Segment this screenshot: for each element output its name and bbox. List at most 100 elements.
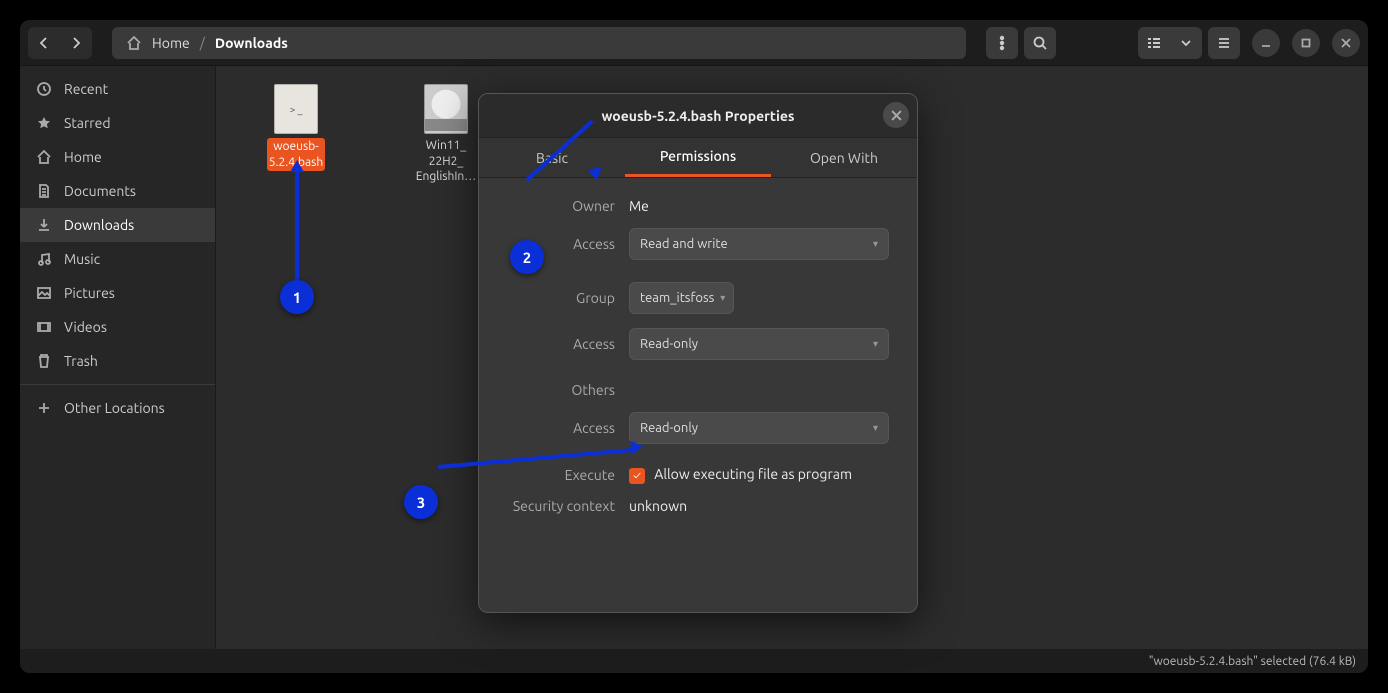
execute-checkbox-wrap[interactable]: ✓ Allow executing file as program xyxy=(629,466,889,484)
view-mode-group xyxy=(1138,27,1202,59)
status-text: "woeusb-5.2.4.bash" selected (76.4 kB) xyxy=(1149,655,1356,668)
home-icon xyxy=(36,149,52,165)
sidebar-item-label: Home xyxy=(64,149,102,165)
properties-dialog: woeusb-5.2.4.bash Properties Basic Permi… xyxy=(478,93,918,613)
view-dropdown-button[interactable] xyxy=(1170,27,1202,59)
maximize-icon xyxy=(1301,38,1311,48)
sidebar-item-recent[interactable]: Recent xyxy=(20,72,215,106)
kebab-icon xyxy=(994,35,1010,51)
home-icon xyxy=(126,35,142,51)
picture-icon xyxy=(36,285,52,301)
iso-file-icon: iso xyxy=(424,84,468,134)
others-row: Others xyxy=(507,382,889,398)
maximize-button[interactable] xyxy=(1292,29,1320,57)
close-icon xyxy=(891,110,902,121)
video-icon xyxy=(36,319,52,335)
chevron-down-icon: ▾ xyxy=(873,238,878,250)
icon-view-button[interactable] xyxy=(1138,27,1170,59)
execute-checkbox-label: Allow executing file as program xyxy=(654,466,852,482)
sidebar-item-label: Trash xyxy=(64,353,98,369)
sidebar-item-starred[interactable]: Starred xyxy=(20,106,215,140)
back-button[interactable] xyxy=(28,27,60,59)
file-item[interactable]: > _ woeusb- 5.2.4.bash xyxy=(256,84,336,171)
search-icon xyxy=(1032,35,1048,51)
hamburger-icon xyxy=(1216,35,1232,51)
group-access-select[interactable]: Read-only ▾ xyxy=(629,328,889,360)
sidebar-item-videos[interactable]: Videos xyxy=(20,310,215,344)
sidebar-item-label: Documents xyxy=(64,183,136,199)
select-value: Read-only xyxy=(640,337,698,351)
chevron-right-icon xyxy=(68,35,84,51)
hamburger-menu-button[interactable] xyxy=(1208,27,1240,59)
sidebar-item-label: Starred xyxy=(64,115,111,131)
annotation-2: 2 xyxy=(510,240,544,274)
sidebar-item-home[interactable]: Home xyxy=(20,140,215,174)
group-label: Group xyxy=(507,290,615,306)
sidebar-item-downloads[interactable]: Downloads xyxy=(20,208,215,242)
owner-row: Owner Me xyxy=(507,198,889,214)
tab-open-with[interactable]: Open With xyxy=(771,138,917,177)
trash-icon xyxy=(36,353,52,369)
search-button[interactable] xyxy=(1024,27,1056,59)
chevron-down-icon: ▾ xyxy=(720,292,725,304)
select-value: Read and write xyxy=(640,237,728,251)
group-select[interactable]: team_itsfoss ▾ xyxy=(629,282,734,314)
checkbox-checked-icon: ✓ xyxy=(629,468,645,484)
sidebar-item-label: Other Locations xyxy=(64,400,165,416)
owner-access-row: Access Read and write ▾ xyxy=(507,228,889,260)
minimize-button[interactable] xyxy=(1252,29,1280,57)
others-access-row: Access Read-only ▾ xyxy=(507,412,889,444)
chevron-down-icon xyxy=(1178,35,1194,51)
star-icon xyxy=(36,115,52,131)
headerbar: Home / Downloads xyxy=(20,20,1368,66)
breadcrumb-current[interactable]: Downloads xyxy=(215,35,288,51)
security-row: Security context unknown xyxy=(507,498,889,514)
annotation-3-arrow xyxy=(630,440,643,455)
chevron-down-icon: ▾ xyxy=(873,338,878,350)
others-label: Others xyxy=(507,382,615,398)
breadcrumb-home[interactable]: Home xyxy=(152,35,190,51)
group-row: Group team_itsfoss ▾ xyxy=(507,282,889,314)
annotation-1: 1 xyxy=(280,280,314,314)
select-value: Read-only xyxy=(640,421,698,435)
sidebar-item-pictures[interactable]: Pictures xyxy=(20,276,215,310)
access-label: Access xyxy=(507,336,615,352)
execute-label: Execute xyxy=(507,467,615,483)
sidebar-item-music[interactable]: Music xyxy=(20,242,215,276)
tab-permissions[interactable]: Permissions xyxy=(625,138,771,177)
group-access-row: Access Read-only ▾ xyxy=(507,328,889,360)
sidebar-item-documents[interactable]: Documents xyxy=(20,174,215,208)
statusbar: "woeusb-5.2.4.bash" selected (76.4 kB) xyxy=(20,649,1368,673)
access-label: Access xyxy=(507,420,615,436)
file-manager-window: Home / Downloads xyxy=(20,20,1368,673)
file-item[interactable]: iso Win11_ 22H2_ EnglishIn… xyxy=(406,84,486,185)
forward-button[interactable] xyxy=(60,27,92,59)
sidebar-item-other-locations[interactable]: Other Locations xyxy=(20,391,215,425)
dialog-close-button[interactable] xyxy=(883,102,909,128)
others-access-select[interactable]: Read-only ▾ xyxy=(629,412,889,444)
pathbar[interactable]: Home / Downloads xyxy=(112,27,966,59)
owner-value: Me xyxy=(629,198,889,214)
sidebar-item-label: Videos xyxy=(64,319,107,335)
owner-label: Owner xyxy=(507,198,615,214)
clock-icon xyxy=(36,81,52,97)
sidebar-item-label: Music xyxy=(64,251,100,267)
close-window-button[interactable] xyxy=(1332,29,1360,57)
sidebar-item-label: Pictures xyxy=(64,285,115,301)
owner-access-select[interactable]: Read and write ▾ xyxy=(629,228,889,260)
more-options-button[interactable] xyxy=(986,27,1018,59)
annotation-1-arrow xyxy=(290,160,304,172)
music-icon xyxy=(36,251,52,267)
plus-icon xyxy=(36,400,52,416)
sidebar-item-trash[interactable]: Trash xyxy=(20,344,215,378)
sidebar-item-label: Recent xyxy=(64,81,108,97)
sidebar: Recent Starred Home Documents Downloads … xyxy=(20,66,216,649)
annotation-1-line xyxy=(295,170,299,284)
minimize-icon xyxy=(1261,38,1271,48)
sidebar-item-label: Downloads xyxy=(64,217,134,233)
close-icon xyxy=(1341,38,1351,48)
dialog-title: woeusb-5.2.4.bash Properties xyxy=(601,108,794,124)
document-icon xyxy=(36,183,52,199)
download-icon xyxy=(36,217,52,233)
select-value: team_itsfoss xyxy=(640,291,714,305)
